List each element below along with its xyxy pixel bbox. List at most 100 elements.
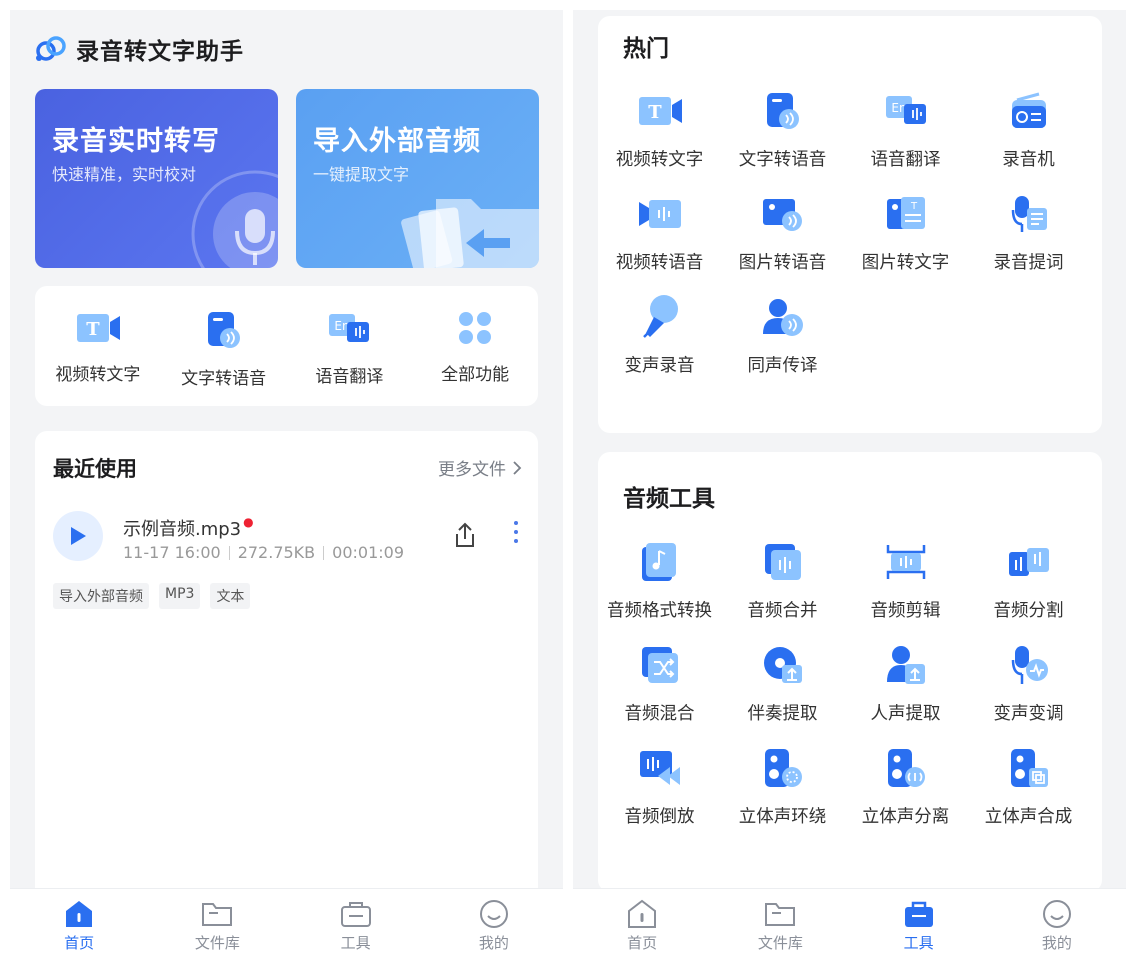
tool-image-to-text[interactable]: T 图片转文字 xyxy=(844,189,967,274)
home-screen: 录音转文字助手 录音实时转写 快速精准，实时校对 导入外部音频 一键提取文字 T xyxy=(10,10,563,963)
tool-recorder[interactable]: 录音机 xyxy=(967,86,1090,171)
tool-text-to-speech[interactable]: 文字转语音 xyxy=(721,86,844,171)
recorder-icon xyxy=(1011,92,1046,128)
svg-text:T: T xyxy=(910,201,918,212)
play-icon xyxy=(71,527,86,545)
tool-label: 音频倒放 xyxy=(624,807,695,827)
stereo-separate-icon xyxy=(887,749,925,787)
tool-vocal-extract[interactable]: 人声提取 xyxy=(844,640,967,725)
audio-cut-icon xyxy=(886,545,925,579)
tab-tools[interactable]: 工具 xyxy=(287,889,425,963)
tool-audio-merge[interactable]: 音频合并 xyxy=(721,537,844,622)
banner-subtitle: 一键提取文字 xyxy=(313,165,410,184)
tool-audio-cut[interactable]: 音频剪辑 xyxy=(844,537,967,622)
more-options-button[interactable] xyxy=(514,521,518,543)
profile-icon xyxy=(1042,900,1071,928)
quick-item-label: 语音翻译 xyxy=(315,367,384,387)
tool-voice-translate[interactable]: En 语音翻译 xyxy=(844,86,967,171)
toolbox-icon xyxy=(340,902,371,927)
file-meta: 11-17 16:00 272.75KB 00:01:09 xyxy=(123,543,404,562)
hot-tools-grid: T 视频转文字 文字转语音 En 语音翻译 录音机 视频转语音 图片转语音 T … xyxy=(598,86,1102,377)
more-files-link[interactable]: 更多文件 xyxy=(438,455,522,480)
quick-functions-card: T 视频转文字 文字转语音 En 语音翻译 全部功能 xyxy=(35,286,538,406)
quick-item-text-to-speech[interactable]: 文字转语音 xyxy=(161,286,287,406)
tab-home[interactable]: 首页 xyxy=(573,889,711,963)
voice-change-record-icon xyxy=(642,295,678,338)
tool-label: 音频混合 xyxy=(624,704,695,724)
tool-simultaneous-interpret[interactable]: 同声传译 xyxy=(721,292,844,377)
tool-label: 音频分割 xyxy=(993,601,1064,621)
tool-voice-change-record[interactable]: 变声录音 xyxy=(598,292,721,377)
tab-label: 工具 xyxy=(340,934,371,952)
more-dots-icon xyxy=(514,539,518,543)
stereo-surround-icon xyxy=(764,749,802,787)
tool-stereo-separate[interactable]: 立体声分离 xyxy=(844,743,967,828)
video-to-text-icon: T xyxy=(638,97,682,125)
tool-audio-format-convert[interactable]: 音频格式转换 xyxy=(598,537,721,622)
toolbox-icon xyxy=(904,901,933,927)
video-to-text-icon: T xyxy=(76,314,120,342)
realtime-record-banner[interactable]: 录音实时转写 快速精准，实时校对 xyxy=(35,89,278,268)
hot-tools-section: 热门 T 视频转文字 文字转语音 En 语音翻译 录音机 视频转语音 图片转语音… xyxy=(598,16,1102,433)
tool-video-to-text[interactable]: T 视频转文字 xyxy=(598,86,721,171)
tab-files[interactable]: 文件库 xyxy=(148,889,286,963)
quick-item-voice-translate[interactable]: En 语音翻译 xyxy=(287,286,413,406)
audio-split-icon xyxy=(1008,548,1049,576)
home-icon xyxy=(66,901,93,927)
file-tag: 导入外部音频 xyxy=(53,583,149,609)
tool-accompaniment-extract[interactable]: 伴奏提取 xyxy=(721,640,844,725)
tool-audio-mix[interactable]: 音频混合 xyxy=(598,640,721,725)
tool-label: 录音提词 xyxy=(993,253,1064,273)
section-title: 音频工具 xyxy=(623,486,715,512)
quick-item-video-to-text[interactable]: T 视频转文字 xyxy=(35,286,161,406)
tool-audio-reverse[interactable]: 音频倒放 xyxy=(598,743,721,828)
file-tag: 文本 xyxy=(210,583,251,609)
svg-text:T: T xyxy=(648,102,662,123)
divider xyxy=(323,545,325,560)
tab-mine[interactable]: 我的 xyxy=(425,889,563,963)
tool-label: 图片转语音 xyxy=(738,253,827,273)
audio-tools-grid: 音频格式转换 音频合并 音频剪辑 音频分割 音频混合 伴奏提取 人声提取 变声变… xyxy=(598,537,1102,828)
tool-video-to-audio[interactable]: 视频转语音 xyxy=(598,189,721,274)
tool-audio-split[interactable]: 音频分割 xyxy=(967,537,1090,622)
microphone-icon xyxy=(191,170,278,268)
quick-item-label: 视频转文字 xyxy=(55,365,141,385)
svg-text:T: T xyxy=(86,319,100,340)
tab-files[interactable]: 文件库 xyxy=(711,889,849,963)
tool-label: 音频格式转换 xyxy=(607,601,712,621)
bottom-tab-bar: 首页 文件库 工具 我的 xyxy=(573,888,1126,963)
import-audio-banner[interactable]: 导入外部音频 一键提取文字 xyxy=(296,89,539,268)
quick-item-all-functions[interactable]: 全部功能 xyxy=(412,286,538,406)
tool-label: 立体声环绕 xyxy=(738,807,827,827)
tab-label: 文件库 xyxy=(757,934,803,952)
divider xyxy=(228,545,230,560)
unread-dot: ● xyxy=(243,515,254,529)
tool-label: 同声传译 xyxy=(747,356,818,376)
tab-label: 我的 xyxy=(478,934,509,952)
tab-mine[interactable]: 我的 xyxy=(988,889,1126,963)
tab-home[interactable]: 首页 xyxy=(10,889,148,963)
tool-pitch-change[interactable]: 变声变调 xyxy=(967,640,1090,725)
tool-label: 变声变调 xyxy=(993,704,1064,724)
audio-mix-icon xyxy=(641,647,678,683)
tool-teleprompter[interactable]: 录音提词 xyxy=(967,189,1090,274)
banner-subtitle: 快速精准，实时校对 xyxy=(52,165,197,184)
tab-label: 首页 xyxy=(64,934,95,952)
more-dots-icon xyxy=(514,521,518,525)
file-name-row[interactable]: 示例音频.mp3 ● xyxy=(123,515,254,541)
tab-tools[interactable]: 工具 xyxy=(850,889,988,963)
tool-label: 语音翻译 xyxy=(870,150,941,170)
tab-label: 首页 xyxy=(627,934,658,952)
file-date: 11-17 16:00 xyxy=(123,543,221,562)
all-functions-icon xyxy=(459,312,492,344)
banner-title: 导入外部音频 xyxy=(313,126,481,157)
recent-files-card: 最近使用 更多文件 示例音频.mp3 ● 11-17 16:00 272.75KB… xyxy=(35,431,538,901)
tool-image-to-speech[interactable]: 图片转语音 xyxy=(721,189,844,274)
more-files-label: 更多文件 xyxy=(438,460,506,480)
file-name: 示例音频.mp3 xyxy=(123,519,242,540)
tool-stereo-surround[interactable]: 立体声环绕 xyxy=(721,743,844,828)
tab-label: 文件库 xyxy=(194,934,240,952)
play-button[interactable] xyxy=(53,511,103,561)
tool-stereo-synthesize[interactable]: 立体声合成 xyxy=(967,743,1090,828)
share-button[interactable] xyxy=(452,521,478,553)
